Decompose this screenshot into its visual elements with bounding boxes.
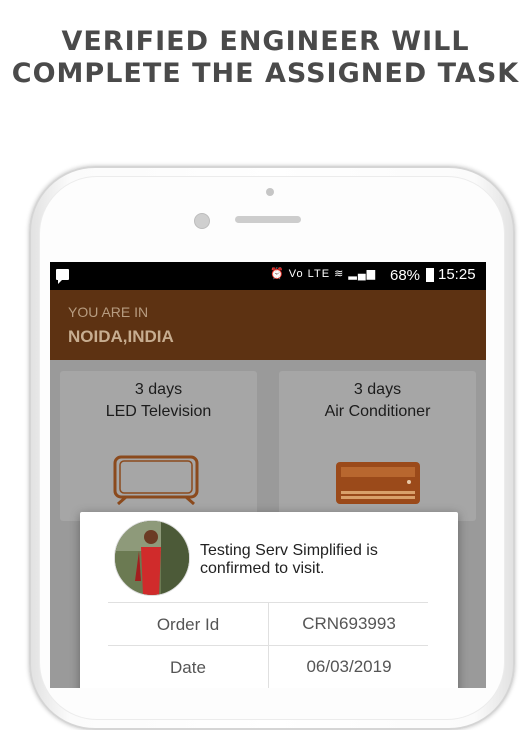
order-id-label: Order Id xyxy=(156,615,220,634)
date-label: Date xyxy=(170,658,206,677)
headline-line-2: COMPLETE THE ASSIGNED TASK xyxy=(11,58,520,89)
headline-line-1: VERIFIED ENGINEER WILL xyxy=(61,26,470,57)
status-bar: ⏰ Vo LTE ≋ ▂▄▆ 68% 15:25 xyxy=(50,262,486,290)
volte-text: Vo LTE xyxy=(288,268,331,280)
status-clock: 15:25 xyxy=(438,266,476,283)
confirmation-message: Testing Serv Simplified is confirmed to … xyxy=(200,542,378,577)
front-camera-icon xyxy=(266,188,274,196)
date-value: 06/03/2019 xyxy=(268,646,429,688)
message-icon xyxy=(56,269,69,284)
service-name: LED Television xyxy=(105,403,212,420)
location-bar[interactable]: YOU ARE IN NOIDA,INDIA xyxy=(50,290,486,360)
location-label: YOU ARE IN xyxy=(68,304,149,320)
alarm-icon: ⏰ xyxy=(270,268,285,280)
battery-percent: 68% xyxy=(390,267,421,284)
battery-icon xyxy=(426,268,434,282)
tv-icon xyxy=(113,455,199,505)
earpiece-speaker-icon xyxy=(235,216,301,223)
service-card-air-conditioner[interactable]: 3 days Air Conditioner xyxy=(279,371,476,521)
order-id-value: CRN693993 xyxy=(268,603,429,645)
wifi-icon: ≋ xyxy=(334,268,345,280)
visit-confirmation-dialog: Testing Serv Simplified is confirmed to … xyxy=(80,512,458,688)
network-icons: ⏰ Vo LTE ≋ ▂▄▆ xyxy=(270,267,376,280)
signal-icon: ▂▄▆ xyxy=(348,268,377,280)
service-card-led-television[interactable]: 3 days LED Television xyxy=(60,371,257,521)
ac-icon xyxy=(336,462,420,504)
table-row: Order Id CRN693993 xyxy=(108,602,428,645)
proximity-sensor-icon xyxy=(194,213,210,229)
order-details-table: Order Id CRN693993 Date 06/03/2019 xyxy=(108,602,428,688)
service-days: 3 days xyxy=(353,381,402,398)
location-value: NOIDA,INDIA xyxy=(68,327,174,346)
service-name: Air Conditioner xyxy=(324,403,431,420)
engineer-avatar xyxy=(114,520,190,596)
app-screen: ⏰ Vo LTE ≋ ▂▄▆ 68% 15:25 YOU ARE IN NOID… xyxy=(50,262,486,688)
service-days: 3 days xyxy=(134,381,183,398)
table-row: Date 06/03/2019 xyxy=(108,645,428,688)
